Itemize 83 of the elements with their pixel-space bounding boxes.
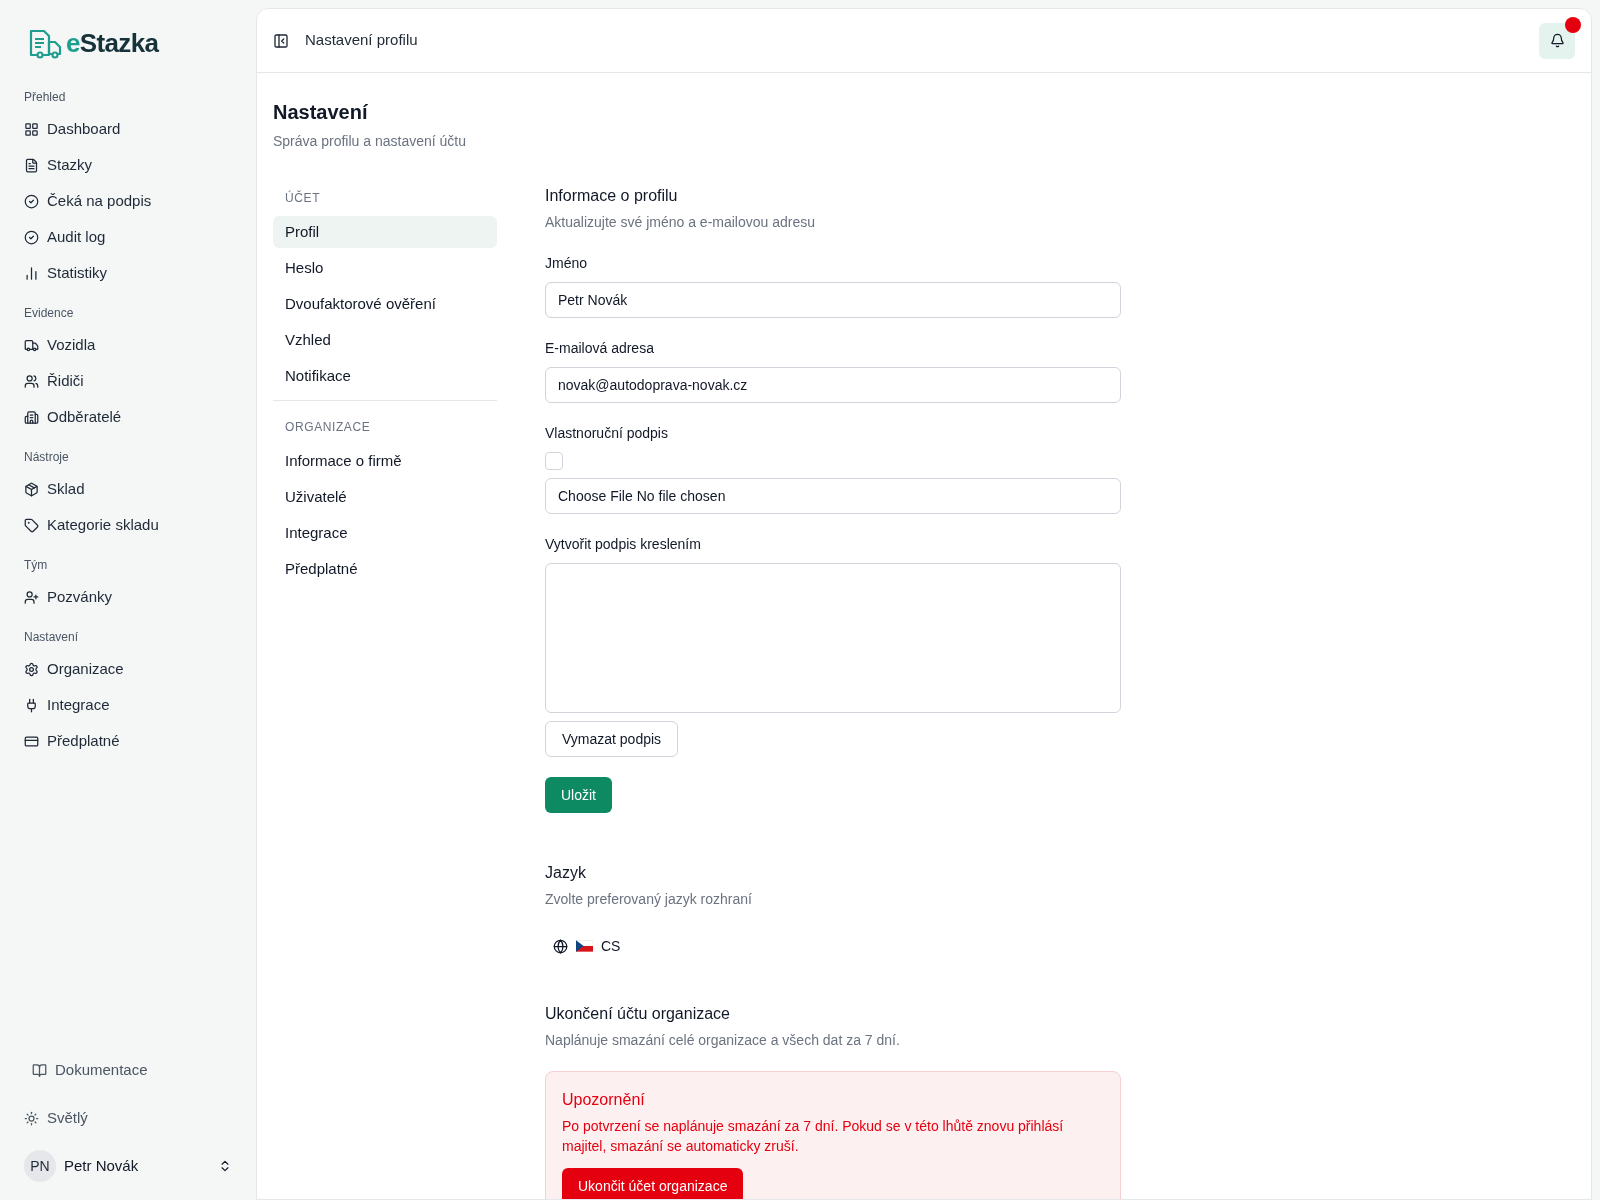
field-label: Vytvořit podpis kreslením [545,535,702,554]
sidebar-item[interactable]: Pozvánky [24,579,232,615]
bell-icon [1549,33,1565,48]
sun-icon [24,1110,39,1126]
building-icon [24,409,39,425]
settings-nav-item[interactable]: Heslo [273,252,497,284]
sidebar-item[interactable]: Řidiči [24,363,232,399]
settings-nav-item[interactable]: Předplatné [273,553,497,585]
tag-icon [24,517,39,533]
header-title: Nastavení profilu [305,30,418,51]
settings-nav-item[interactable]: Profil [273,216,497,248]
language-selector[interactable]: CS [545,930,629,962]
settings-nav-item[interactable]: Uživatelé [273,481,497,513]
sidebar-item[interactable]: Statistiky [24,255,232,291]
file-field[interactable]: Choose File No file chosen [545,478,1121,514]
section-title: Ukončení účtu organizace [545,1004,731,1024]
user-name: Petr Novák [64,1155,140,1176]
field-label: Jméno [545,254,589,273]
sidebar-item[interactable]: Předplatné [24,723,232,759]
file-status: No file chosen [636,486,726,506]
field-label: Vlastnoruční podpis [545,424,669,443]
warning-text: Po potvrzení se naplánuje smazání za 7 dní. Pokud se v této lhůtě znovu přihlásí majitel, smazání se automaticky zruší. [562,1117,1065,1156]
plug-icon [24,697,39,713]
sidebar-item[interactable]: Odběratelé [24,399,232,435]
nav-group-heading: ÚČET [284,189,322,207]
sidebar-item[interactable]: Kategorie skladu [24,507,232,543]
section-subtitle: Zvolte preferovaný jazyk rozhraní [545,890,753,909]
sidebar-item[interactable]: Čeká na podpis [24,183,232,219]
sidebar-item[interactable]: Stazky [24,147,232,183]
sidebar-item[interactable]: Dashboard [24,111,232,147]
section-heading: Nastavení [24,629,80,646]
nav-group-heading: ORGANIZACE [284,419,372,436]
settings-nav-item[interactable]: Notifikace [273,360,497,392]
grid-icon [24,121,39,137]
section-title: Informace o profilu [545,186,679,206]
logo-icon [28,28,62,59]
check-circle-icon [24,229,39,245]
signature-checkbox[interactable] [545,452,563,470]
users-icon [24,373,39,389]
email-field[interactable]: novak@autodoprava-novak.cz [545,367,1121,403]
box-icon [24,481,39,497]
settings-icon [24,661,39,677]
name-field[interactable]: Petr Novák [545,282,1121,318]
choose-file-button[interactable]: Choose File [558,485,633,507]
theme-toggle[interactable]: Světlý [24,1100,232,1136]
clear-signature-button[interactable]: Vymazat podpis [545,721,679,757]
user-menu[interactable]: PN Petr Novák [24,1148,232,1184]
sidebar-item[interactable]: Organizace [24,651,232,687]
field-label: E-mailová adresa [545,339,655,358]
section-title: Jazyk [545,863,587,883]
page-title: Nastavení [273,100,369,125]
warning-title: Upozornění [562,1090,646,1110]
logo-text: eStazka [66,27,159,60]
avatar: PN [24,1150,56,1182]
page-subtitle: Správa profilu a nastavení účtu [273,132,467,151]
section-heading: Přehled [24,89,67,106]
sidebar-toggle-icon[interactable] [273,32,289,49]
documentation-link[interactable]: Dokumentace [24,1052,232,1088]
settings-nav-item[interactable]: Informace o firmě [273,445,497,477]
bar-chart-icon [24,265,39,281]
terminate-account-button[interactable]: Ukončit účet organizace [562,1168,744,1199]
truck-icon [24,337,39,353]
settings-nav-item[interactable]: Vzhled [273,324,497,356]
settings-nav-item[interactable]: Integrace [273,517,497,549]
section-heading: Tým [24,557,49,574]
czech-flag-icon [576,940,593,952]
notifications-button[interactable] [1539,22,1575,59]
book-icon [32,1062,47,1078]
settings-nav-item[interactable]: Dvoufaktorové ověření [273,288,497,320]
document-icon [24,157,39,173]
section-subtitle: Naplánuje smazání celé organizace a všech dat za 7 dní. [545,1031,901,1050]
sidebar-item[interactable]: Integrace [24,687,232,723]
sidebar-item[interactable]: Audit log [24,219,232,255]
section-heading: Nástroje [24,449,70,466]
sidebar-item[interactable]: Sklad [24,471,232,507]
globe-icon [553,938,568,954]
user-plus-icon [24,589,39,605]
section-subtitle: Aktualizujte své jméno a e-mailovou adresu [545,213,817,232]
sidebar-item[interactable]: Vozidla [24,327,232,363]
credit-card-icon [24,733,39,749]
check-circle-icon [24,193,39,209]
save-button[interactable]: Uložit [545,777,612,813]
section-heading: Evidence [24,305,75,322]
